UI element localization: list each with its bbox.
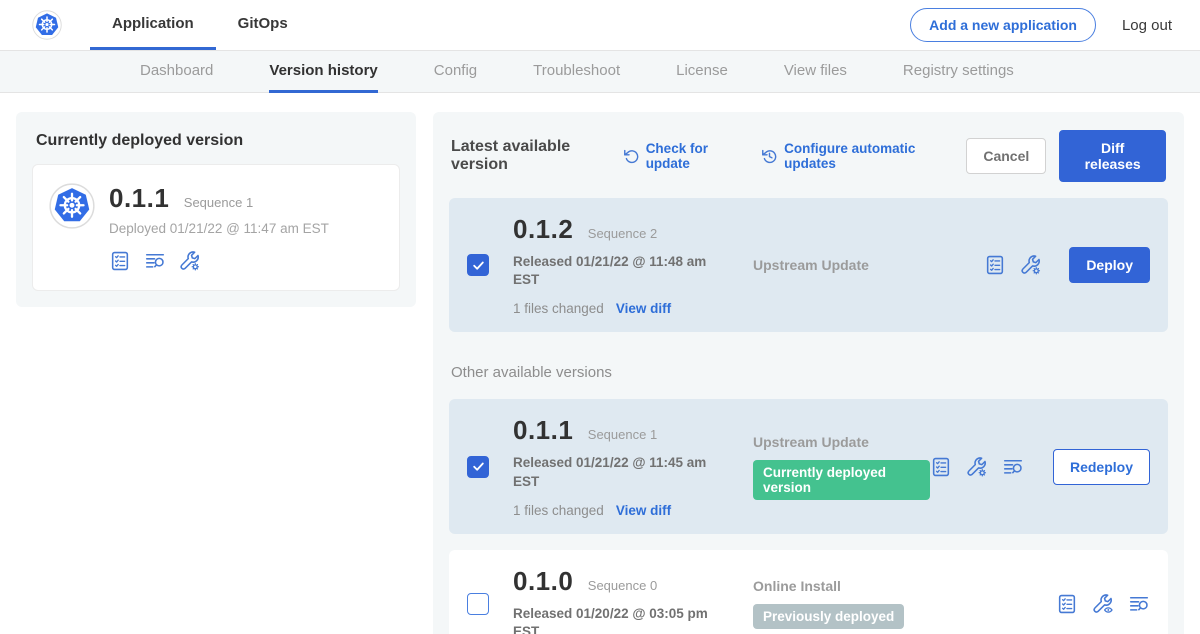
diff-releases-button[interactable]: Diff releases (1059, 130, 1166, 182)
release-notes-icon[interactable] (984, 254, 1006, 276)
view-config-icon[interactable] (1092, 593, 1114, 615)
subnav-item-license[interactable]: License (676, 51, 728, 93)
version-number: 0.1.1 (513, 415, 573, 445)
version-source-label: Upstream Update (753, 257, 984, 273)
subnav-item-config[interactable]: Config (434, 51, 477, 93)
tab-application[interactable]: Application (90, 0, 216, 50)
cancel-button[interactable]: Cancel (966, 138, 1046, 174)
other-available-versions-title: Other available versions (451, 364, 1166, 381)
currently-deployed-badge: Currently deployed version (753, 460, 930, 500)
available-versions-header: Latest available version Check for updat… (451, 130, 1166, 182)
view-logs-icon[interactable] (1128, 593, 1150, 615)
subnav-item-version-history[interactable]: Version history (269, 51, 377, 93)
version-source-label: Upstream Update (753, 434, 930, 450)
currently-deployed-title: Currently deployed version (36, 132, 400, 150)
deployed-timestamp: Deployed 01/21/22 @ 11:47 am EST (109, 221, 329, 236)
subnav-item-troubleshoot[interactable]: Troubleshoot (533, 51, 620, 93)
edit-config-icon[interactable] (966, 456, 988, 478)
version-number: 0.1.2 (513, 214, 573, 244)
sequence-label: Sequence 0 (588, 578, 657, 593)
version-row-0-1-2: 0.1.2 Sequence 2 Released 01/21/22 @ 11:… (449, 198, 1168, 332)
edit-config-icon[interactable] (1020, 254, 1042, 276)
version-checkbox[interactable] (467, 456, 489, 478)
configure-automatic-updates-link[interactable]: Configure automatic updates (761, 141, 944, 171)
check-for-update-link[interactable]: Check for update (623, 141, 739, 171)
app-sub-nav: Dashboard Version history Config Trouble… (0, 50, 1200, 93)
app-logo-icon (49, 183, 95, 229)
view-logs-icon[interactable] (1002, 456, 1024, 478)
subnav-item-dashboard[interactable]: Dashboard (140, 51, 213, 93)
tab-gitops[interactable]: GitOps (216, 0, 310, 50)
deploy-button[interactable]: Deploy (1069, 247, 1150, 283)
deployed-version-card: 0.1.1 Sequence 1 Deployed 01/21/22 @ 11:… (32, 164, 400, 291)
release-notes-icon[interactable] (109, 250, 131, 272)
released-timestamp: Released 01/20/22 @ 03:05 pm EST (513, 605, 713, 634)
subnav-item-view-files[interactable]: View files (784, 51, 847, 93)
version-checkbox[interactable] (467, 593, 489, 615)
version-row-0-1-0: 0.1.0 Sequence 0 Released 01/20/22 @ 03:… (449, 550, 1168, 634)
app-tabs: Application GitOps (90, 0, 310, 50)
schedule-icon (761, 148, 778, 165)
edit-config-icon[interactable] (179, 250, 201, 272)
currently-deployed-panel: Currently deployed version 0.1.1 Sequenc… (16, 112, 416, 307)
files-changed-label: 1 files changed (513, 503, 604, 518)
version-row-0-1-1: 0.1.1 Sequence 1 Released 01/21/22 @ 11:… (449, 399, 1168, 533)
version-checkbox[interactable] (467, 254, 489, 276)
view-logs-icon[interactable] (144, 250, 166, 272)
sequence-label: Sequence 1 (588, 427, 657, 442)
previously-deployed-badge: Previously deployed (753, 604, 904, 629)
kubernetes-logo-icon (32, 10, 62, 40)
redeploy-button[interactable]: Redeploy (1053, 449, 1150, 485)
version-source-label: Online Install (753, 578, 1056, 594)
release-notes-icon[interactable] (1056, 593, 1078, 615)
latest-available-title: Latest available version (451, 138, 609, 174)
add-new-application-button[interactable]: Add a new application (910, 8, 1096, 42)
logout-link[interactable]: Log out (1122, 17, 1172, 34)
available-versions-panel: Latest available version Check for updat… (433, 112, 1184, 634)
view-diff-link[interactable]: View diff (616, 301, 671, 316)
released-timestamp: Released 01/21/22 @ 11:48 am EST (513, 253, 713, 289)
top-nav: Application GitOps Add a new application… (0, 0, 1200, 50)
deployed-version-number: 0.1.1 (109, 183, 169, 213)
files-changed-label: 1 files changed (513, 301, 604, 316)
check-icon (472, 259, 485, 272)
version-number: 0.1.0 (513, 566, 573, 596)
view-diff-link[interactable]: View diff (616, 503, 671, 518)
subnav-item-registry-settings[interactable]: Registry settings (903, 51, 1014, 93)
deployed-sequence-label: Sequence 1 (184, 195, 253, 210)
refresh-icon (623, 148, 640, 165)
release-notes-icon[interactable] (930, 456, 952, 478)
sequence-label: Sequence 2 (588, 226, 657, 241)
check-icon (472, 460, 485, 473)
released-timestamp: Released 01/21/22 @ 11:45 am EST (513, 454, 713, 490)
